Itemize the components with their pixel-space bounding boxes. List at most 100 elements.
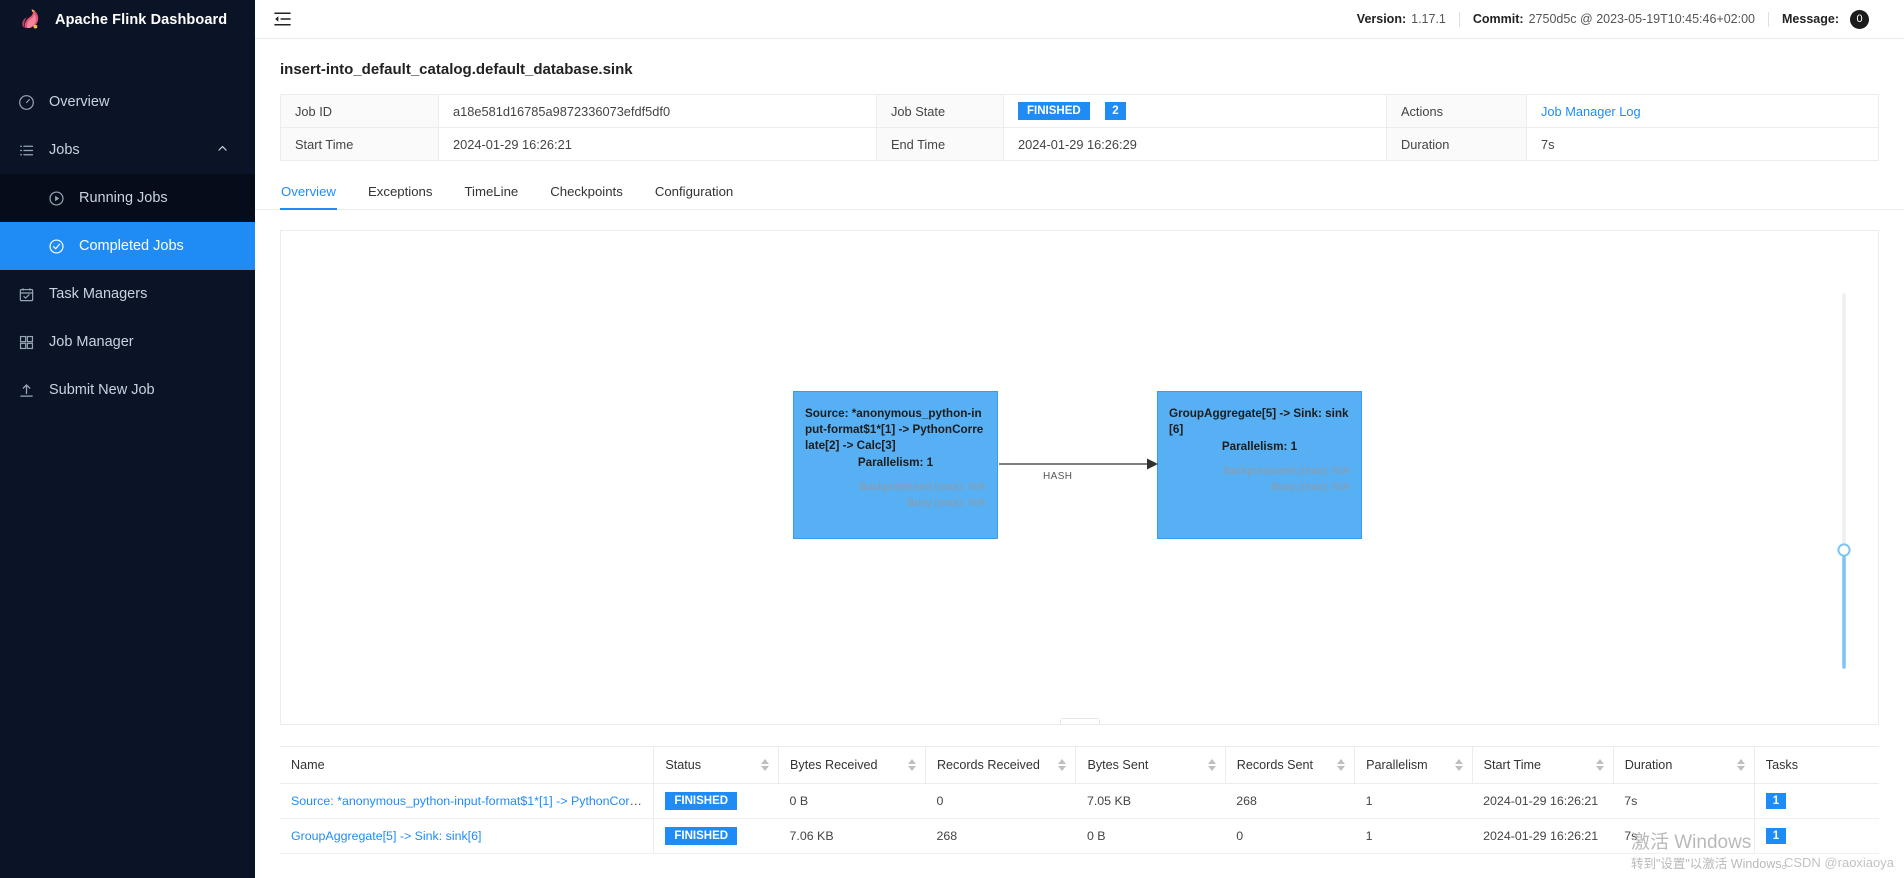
cell-name[interactable]: GroupAggregate[5] -> Sink: sink[6] bbox=[280, 818, 654, 854]
cell-tasks: 1 bbox=[1753, 818, 1879, 854]
sort-arrows-icon[interactable] bbox=[1454, 759, 1463, 771]
column-header-start-time[interactable]: Start Time bbox=[1471, 746, 1614, 784]
job-state-count-badge: 2 bbox=[1105, 102, 1126, 120]
message-count-badge[interactable]: 0 bbox=[1850, 9, 1869, 29]
column-label: Tasks bbox=[1765, 758, 1798, 772]
cell-bytes-received: 7.06 KB bbox=[778, 818, 926, 854]
duration-label: Duration bbox=[1386, 127, 1527, 161]
actions-cell: Job Manager Log bbox=[1526, 94, 1879, 128]
cell-duration: 7s bbox=[1613, 818, 1755, 854]
sidebar-item-label: Overview bbox=[49, 94, 110, 110]
column-header-records-received[interactable]: Records Received bbox=[924, 746, 1076, 784]
column-label: Bytes Sent bbox=[1087, 758, 1149, 772]
job-id-label: Job ID bbox=[280, 94, 439, 128]
sidebar-item-overview[interactable]: Overview bbox=[0, 78, 255, 126]
cell-bytes-sent: 7.05 KB bbox=[1075, 783, 1226, 819]
main-area: Version: 1.17.1 Commit: 2750d5c @ 2023-0… bbox=[255, 0, 1904, 878]
calendar-check-icon bbox=[18, 286, 35, 303]
column-header-bytes-sent[interactable]: Bytes Sent bbox=[1075, 746, 1226, 784]
sidebar-item-task-managers[interactable]: Task Managers bbox=[0, 270, 255, 318]
tab-overview[interactable]: Overview bbox=[280, 175, 337, 210]
start-time-label: Start Time bbox=[280, 127, 439, 161]
tab-timeline[interactable]: TimeLine bbox=[463, 175, 519, 210]
task-count-badge: 1 bbox=[1765, 828, 1787, 844]
column-header-name[interactable]: Name bbox=[280, 746, 654, 784]
tab-checkpoints[interactable]: Checkpoints bbox=[549, 175, 624, 210]
cell-status: FINISHED bbox=[653, 818, 779, 854]
graph-edge-label: HASH bbox=[1043, 471, 1073, 482]
tab-exceptions[interactable]: Exceptions bbox=[367, 175, 434, 210]
topbar: Version: 1.17.1 Commit: 2750d5c @ 2023-0… bbox=[255, 0, 1904, 39]
column-header-bytes-received[interactable]: Bytes Received bbox=[778, 746, 926, 784]
graph-zoom-slider[interactable] bbox=[1836, 291, 1852, 671]
tab-configuration[interactable]: Configuration bbox=[654, 175, 734, 210]
cell-records-received: 0 bbox=[925, 783, 1076, 819]
sidebar-item-job-manager[interactable]: Job Manager bbox=[0, 318, 255, 366]
chevron-up-icon[interactable] bbox=[216, 142, 233, 159]
start-time-value: 2024-01-29 16:26:21 bbox=[438, 127, 877, 161]
vertex-name-link[interactable]: Source: *anonymous_python-input-format$1… bbox=[291, 794, 654, 808]
sidebar-item-jobs[interactable]: Jobs bbox=[0, 126, 255, 174]
message-group[interactable]: Message: 0 bbox=[1769, 9, 1882, 29]
cell-start-time: 2024-01-29 16:26:21 bbox=[1472, 783, 1614, 819]
cell-duration: 7s bbox=[1613, 783, 1755, 819]
column-header-records-sent[interactable]: Records Sent bbox=[1224, 746, 1355, 784]
graph-node-parallelism: Parallelism: 1 bbox=[1221, 440, 1298, 454]
message-label: Message: bbox=[1782, 12, 1839, 26]
graph-node-source[interactable]: Source: *anonymous_python-input-format$1… bbox=[793, 391, 998, 539]
graph-node-sink[interactable]: GroupAggregate[5] -> Sink: sink[6] Paral… bbox=[1157, 391, 1362, 539]
vertex-table-header-row: Name Status Bytes Received Records Recei… bbox=[280, 746, 1879, 784]
sidebar-item-label: Job Manager bbox=[49, 334, 134, 350]
cell-records-sent: 0 bbox=[1225, 818, 1355, 854]
table-row[interactable]: Source: *anonymous_python-input-format$1… bbox=[280, 783, 1879, 819]
graph-node-parallelism: Parallelism: 1 bbox=[857, 456, 934, 470]
column-label: Status bbox=[665, 758, 702, 772]
content-panel: insert-into_default_catalog.default_data… bbox=[255, 39, 1904, 878]
column-header-duration[interactable]: Duration bbox=[1612, 746, 1755, 784]
cell-name[interactable]: Source: *anonymous_python-input-format$1… bbox=[280, 783, 654, 819]
column-header-status[interactable]: Status bbox=[653, 746, 779, 784]
status-badge: FINISHED bbox=[665, 827, 738, 845]
sidebar-item-running-jobs[interactable]: Running Jobs bbox=[0, 174, 255, 222]
cell-status: FINISHED bbox=[653, 783, 779, 819]
page-title: insert-into_default_catalog.default_data… bbox=[280, 61, 633, 78]
graph-node-backpressured: Backpressured (max): N/A bbox=[859, 481, 986, 494]
table-row[interactable]: GroupAggregate[5] -> Sink: sink[6] FINIS… bbox=[280, 818, 1879, 854]
job-manager-log-link[interactable]: Job Manager Log bbox=[1541, 104, 1641, 119]
panel-resize-handle[interactable] bbox=[1059, 718, 1100, 724]
status-badge: FINISHED bbox=[665, 792, 738, 810]
cell-records-sent: 268 bbox=[1225, 783, 1355, 819]
job-info-table: Job ID a18e581d16785a9872336073efdf5df0 … bbox=[280, 94, 1879, 161]
sidebar-item-label: Task Managers bbox=[49, 286, 148, 302]
vertex-name-link[interactable]: GroupAggregate[5] -> Sink: sink[6] bbox=[291, 829, 481, 843]
graph-node-busy: Busy (max): N/A bbox=[907, 497, 986, 510]
sort-arrows-icon[interactable] bbox=[1736, 759, 1745, 771]
play-circle-icon bbox=[48, 190, 65, 207]
graph-edge-arrow-icon bbox=[999, 458, 1158, 470]
sort-arrows-icon[interactable] bbox=[761, 759, 769, 771]
column-header-parallelism[interactable]: Parallelism bbox=[1354, 746, 1473, 784]
job-graph-canvas[interactable]: Source: *anonymous_python-input-format$1… bbox=[280, 230, 1879, 725]
commit-value: 2750d5c @ 2023-05-19T10:45:46+02:00 bbox=[1528, 12, 1756, 26]
version-value: 1.17.1 bbox=[1411, 12, 1446, 26]
column-label: Parallelism bbox=[1366, 758, 1428, 772]
sort-arrows-icon[interactable] bbox=[1595, 759, 1604, 771]
version-label: Version: bbox=[1356, 12, 1407, 26]
column-header-tasks[interactable]: Tasks bbox=[1753, 746, 1879, 784]
sort-arrows-icon[interactable] bbox=[1337, 759, 1346, 771]
sort-arrows-icon[interactable] bbox=[907, 759, 916, 771]
info-row-1: Job ID a18e581d16785a9872336073efdf5df0 … bbox=[280, 94, 1879, 128]
brand[interactable]: Apache Flink Dashboard bbox=[0, 0, 255, 39]
duration-value: 7s bbox=[1526, 127, 1879, 161]
sidebar-item-completed-jobs[interactable]: Completed Jobs bbox=[0, 222, 255, 270]
column-label: Records Received bbox=[936, 758, 1040, 772]
hamburger-icon[interactable] bbox=[273, 11, 292, 27]
column-label: Name bbox=[291, 758, 325, 772]
vertex-table: Name Status Bytes Received Records Recei… bbox=[280, 746, 1879, 854]
upload-icon bbox=[18, 382, 35, 399]
cell-parallelism: 1 bbox=[1354, 783, 1473, 819]
sort-arrows-icon[interactable] bbox=[1058, 759, 1067, 771]
commit-group: Commit: 2750d5c @ 2023-05-19T10:45:46+02… bbox=[1460, 12, 1768, 26]
sidebar-item-submit-new-job[interactable]: Submit New Job bbox=[0, 366, 255, 414]
sort-arrows-icon[interactable] bbox=[1207, 759, 1216, 771]
